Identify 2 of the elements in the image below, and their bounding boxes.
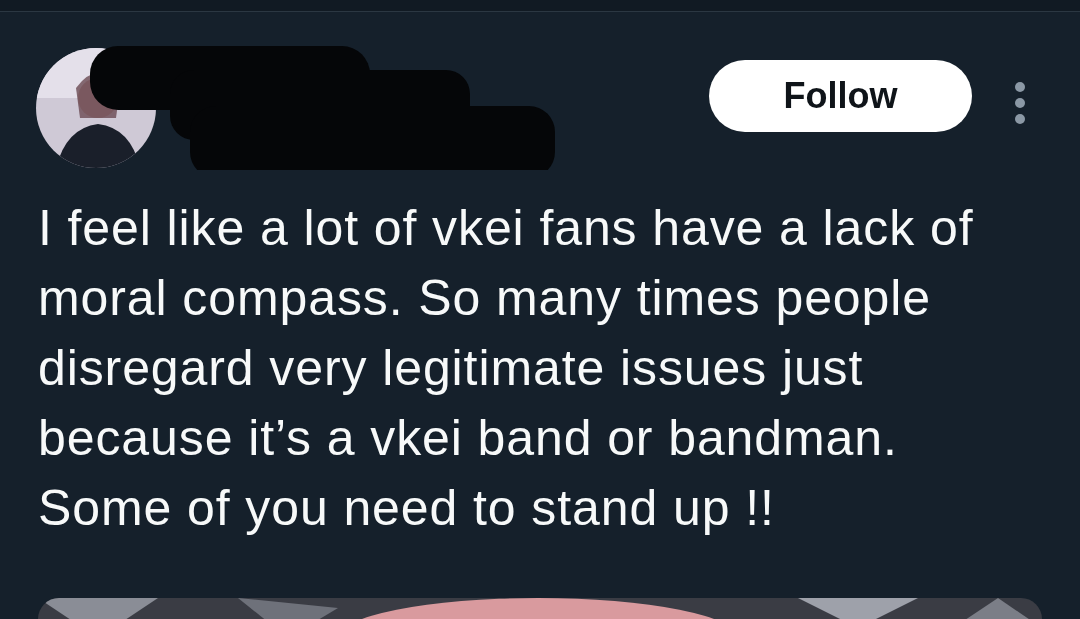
post-text: I feel like a lot of vkei fans have a lack of moral compass. So many times people disregard very legitimate issues just because it’s a vkei band or bandman. Some of you need to stand up !!: [37, 199, 975, 538]
follow-button[interactable]: Follow: [709, 60, 972, 132]
